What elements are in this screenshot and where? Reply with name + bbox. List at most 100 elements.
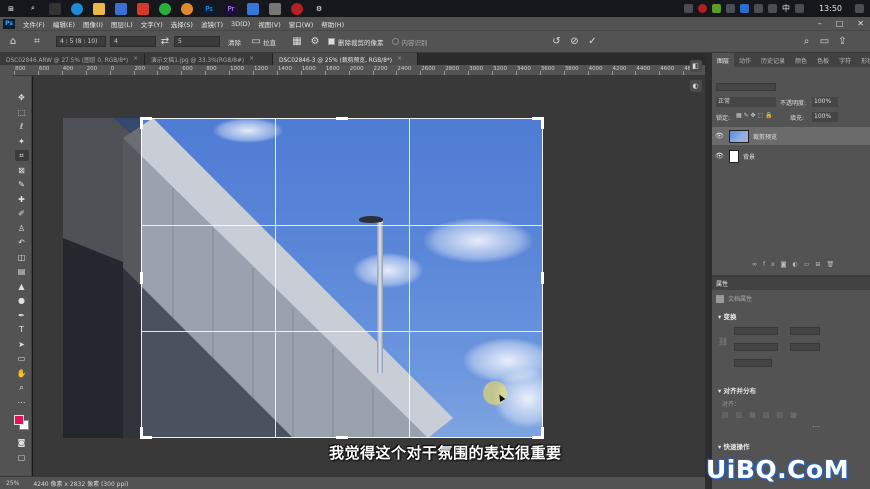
crop-handle-bottom-left[interactable] <box>140 427 143 439</box>
trash-icon[interactable]: 🗑 <box>826 261 840 268</box>
quick-mask-icon[interactable]: ◙ <box>15 437 29 448</box>
adjustment-layer-icon[interactable]: ◐ <box>793 261 804 268</box>
app-icon-orange[interactable] <box>181 2 193 15</box>
transform-section-title[interactable]: ▾ 变换 <box>712 307 870 325</box>
mask-icon[interactable]: ◙ <box>781 261 793 268</box>
app-icon-gray[interactable] <box>269 2 281 15</box>
marquee-tool-icon[interactable]: ⬚ <box>15 107 29 118</box>
tab-document-3[interactable]: DSC02846-3 @ 25% (裁剪预览, RGB/8*) × <box>273 53 418 65</box>
crop-handle-bottom-right[interactable] <box>541 427 544 439</box>
crop-width-input[interactable]: 4 <box>110 36 156 47</box>
type-tool-icon[interactable]: T <box>15 324 29 335</box>
tab-close-icon[interactable]: × <box>249 56 254 62</box>
taskbar-clock[interactable]: 13:50 <box>819 4 842 13</box>
reset-crop-icon[interactable]: ↺ <box>550 35 564 49</box>
menu-view[interactable]: 视图(V) <box>254 19 285 29</box>
lasso-tool-icon[interactable]: ℓ <box>15 121 29 132</box>
menu-image[interactable]: 图像(I) <box>79 19 107 29</box>
adjustments-panel-icon[interactable]: ◐ <box>689 80 702 92</box>
foreground-color-swatch[interactable] <box>13 415 24 425</box>
dodge-tool-icon[interactable]: ● <box>15 295 29 306</box>
crop-handle-top[interactable] <box>336 117 348 120</box>
crop-height-input[interactable]: 5 <box>174 36 220 47</box>
wechat-icon[interactable] <box>159 2 171 15</box>
menu-select[interactable]: 选择(S) <box>167 19 197 29</box>
straighten-icon[interactable]: ▭ <box>249 35 263 49</box>
tab-actions[interactable]: 动作 <box>734 53 756 67</box>
store-icon[interactable] <box>115 2 127 15</box>
more-options-icon[interactable]: ⋯ <box>712 422 870 431</box>
straighten-button[interactable]: 拉直 <box>263 37 276 47</box>
tray-ime-icon[interactable] <box>794 4 804 13</box>
new-layer-icon[interactable]: ⊞ <box>815 261 826 268</box>
color-panel-icon[interactable]: ◧ <box>689 60 702 72</box>
fx-icon[interactable]: fx <box>763 261 781 268</box>
angle-field[interactable] <box>734 359 772 367</box>
crop-handle-bottom[interactable] <box>336 436 348 439</box>
eyedropper-tool-icon[interactable]: ✎ <box>15 179 29 190</box>
premiere-taskbar-icon[interactable]: Pr <box>225 2 237 15</box>
healing-brush-tool-icon[interactable]: ✚ <box>15 194 29 205</box>
hand-tool-icon[interactable]: ✋ <box>15 368 29 379</box>
x-field[interactable] <box>790 327 820 335</box>
fill-input[interactable]: 100% <box>812 112 838 122</box>
move-tool-icon[interactable]: ✥ <box>15 92 29 103</box>
tray-wifi-icon[interactable] <box>753 4 763 13</box>
tray-nvidia-icon[interactable] <box>711 4 721 13</box>
menu-3d[interactable]: 3D(D) <box>227 20 254 28</box>
tray-app-icon[interactable] <box>697 4 707 13</box>
search-icon-options[interactable]: ⌕ <box>800 35 814 49</box>
tab-document-2[interactable]: 演示文稿1.jpg @ 33.3%(RGB/8#) × <box>145 53 273 65</box>
link-layers-icon[interactable]: ∞ <box>752 261 763 268</box>
layer-row-crop-preview[interactable]: 👁 裁剪预览 <box>712 127 870 145</box>
tab-layers[interactable]: 图层 <box>712 53 735 67</box>
task-view-icon[interactable] <box>49 2 61 15</box>
menu-help[interactable]: 帮助(H) <box>317 19 348 29</box>
y-field[interactable] <box>790 343 820 351</box>
clear-button[interactable]: 清除 <box>228 37 241 47</box>
align-section-title[interactable]: ▾ 对齐并分布 <box>712 381 870 399</box>
tab-swatches[interactable]: 色板 <box>812 53 834 67</box>
file-explorer-icon[interactable] <box>93 2 105 15</box>
vertical-ruler[interactable] <box>0 65 12 476</box>
tab-history[interactable]: 历史记录 <box>756 53 790 67</box>
edge-browser-icon[interactable] <box>71 2 83 15</box>
clone-stamp-tool-icon[interactable]: ♙ <box>15 223 29 234</box>
lock-icons[interactable]: ▦ ✎ ✥ ⬚ 🔒 <box>736 112 773 119</box>
home-icon[interactable]: ⌂ <box>6 35 20 49</box>
workspace-icon[interactable]: ▭ <box>818 35 832 49</box>
height-field[interactable] <box>734 343 778 351</box>
delete-cropped-pixels-checkbox[interactable] <box>328 38 335 45</box>
more-tools-icon[interactable]: ⋯ <box>15 397 29 408</box>
input-language-indicator[interactable]: 中 <box>782 3 790 14</box>
crop-handle-top-left[interactable] <box>140 117 143 129</box>
settings-gear-icon[interactable]: ⚙ <box>313 3 325 15</box>
search-icon[interactable]: ⌕ <box>27 3 39 15</box>
commit-crop-icon[interactable]: ✓ <box>586 35 600 49</box>
maximize-icon[interactable]: □ <box>836 19 844 28</box>
blend-mode-select[interactable]: 正常 <box>716 97 776 107</box>
crop-handle-left[interactable] <box>140 272 143 284</box>
swap-dimensions-icon[interactable]: ⇄ <box>158 35 172 49</box>
rectangle-tool-icon[interactable]: ▭ <box>15 353 29 364</box>
cancel-crop-icon[interactable]: ⊘ <box>568 35 582 49</box>
zoom-tool-icon[interactable]: ⌕ <box>15 382 29 393</box>
content-aware-checkbox[interactable] <box>391 38 399 45</box>
horizontal-ruler[interactable]: 800 600 400 200 0 200 400 600 800 1000 1200 1400 160… <box>12 65 705 76</box>
frame-tool-icon[interactable]: ⊠ <box>15 165 29 176</box>
overlay-grid-icon[interactable]: ▦ <box>290 35 304 49</box>
crop-settings-gear-icon[interactable]: ⚙ <box>308 35 322 49</box>
pen-tool-icon[interactable]: ✒ <box>15 310 29 321</box>
app-icon-red[interactable] <box>137 2 149 15</box>
notification-icon[interactable] <box>855 4 864 13</box>
tray-arrow-icon[interactable] <box>683 4 693 13</box>
history-brush-tool-icon[interactable]: ↶ <box>15 237 29 248</box>
width-field[interactable] <box>734 327 778 335</box>
group-icon[interactable]: ▭ <box>804 261 816 268</box>
minimize-icon[interactable]: – <box>818 19 822 28</box>
tab-character[interactable]: 字符 <box>834 53 856 67</box>
eraser-tool-icon[interactable]: ◫ <box>15 252 29 263</box>
menu-type[interactable]: 文字(Y) <box>137 19 167 29</box>
document-info[interactable]: 4240 像素 x 2832 像素 (300 ppi) <box>33 479 128 488</box>
align-icons[interactable]: ▤▥▦▧▨▩ <box>712 408 870 422</box>
